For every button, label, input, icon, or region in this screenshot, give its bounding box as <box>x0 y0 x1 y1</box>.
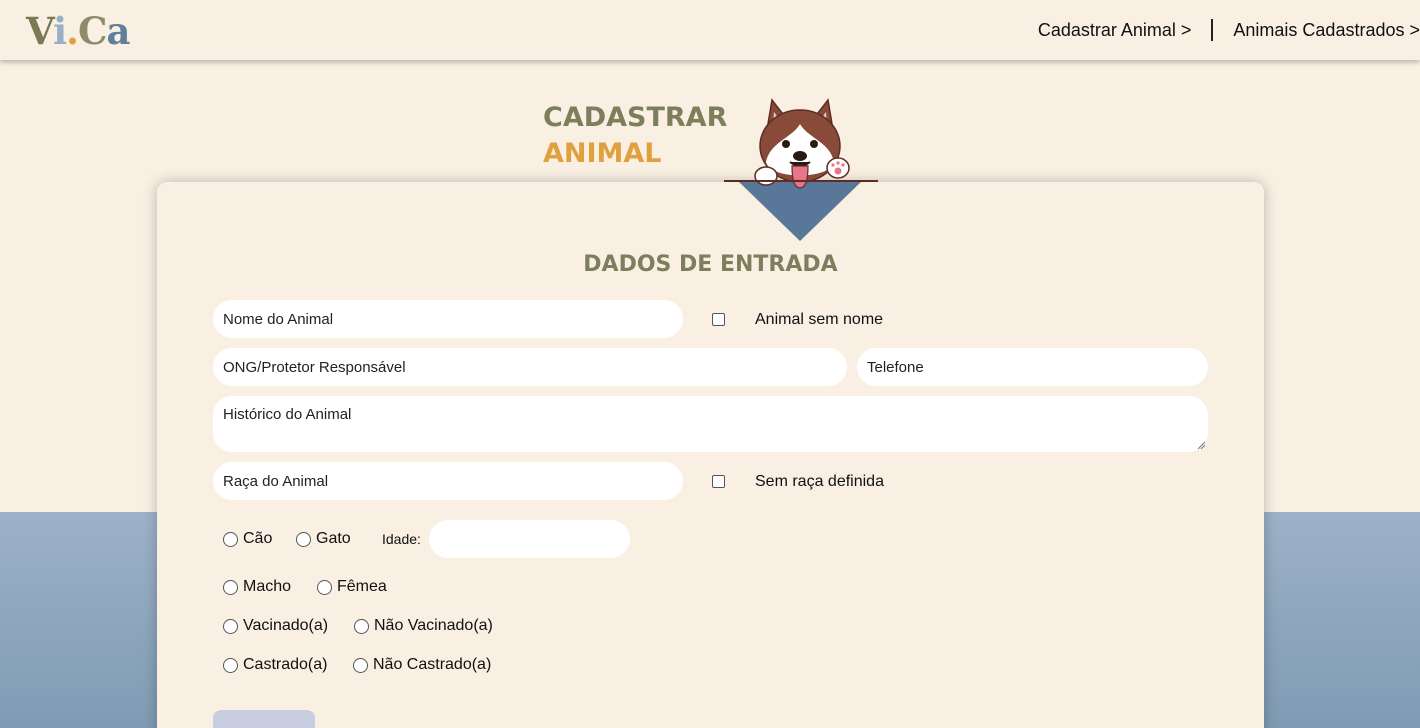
radio-castrado[interactable] <box>223 658 238 673</box>
radio-femea[interactable] <box>317 580 332 595</box>
form-card: DADOS DE ENTRADA Nome do Animal Animal s… <box>157 182 1264 728</box>
husky-dog-icon <box>724 98 878 241</box>
main-nav: Cadastrar Animal > Animais Cadastrados > <box>1038 0 1420 60</box>
radio-nao-vacinado[interactable] <box>354 619 369 634</box>
idade-input[interactable] <box>429 520 630 558</box>
nav-separator <box>1211 19 1214 41</box>
resize-handle-icon[interactable] <box>1197 441 1205 449</box>
radio-castrado-label: Castrado(a) <box>243 656 328 673</box>
sem-raca-label: Sem raça definida <box>755 473 884 490</box>
radio-gato[interactable] <box>296 532 311 547</box>
telefone-input[interactable]: Telefone <box>857 348 1208 386</box>
radio-cao-label: Cão <box>243 530 273 547</box>
radio-macho[interactable] <box>223 580 238 595</box>
nav-animais-cadastrados[interactable]: Animais Cadastrados > <box>1233 20 1420 41</box>
historico-placeholder: Histórico do Animal <box>223 406 352 423</box>
section-title: DADOS DE ENTRADA <box>583 252 838 277</box>
radio-vacinado[interactable] <box>223 619 238 634</box>
radio-nao-castrado[interactable] <box>353 658 368 673</box>
page-title: CADASTRAR ANIMAL <box>543 102 728 169</box>
sem-nome-label: Animal sem nome <box>755 311 884 328</box>
sem-raca-checkbox[interactable] <box>712 475 725 488</box>
radio-vacinado-label: Vacinado(a) <box>243 617 329 634</box>
raca-animal-input[interactable]: Raça do Animal <box>213 462 683 500</box>
radio-macho-label: Macho <box>243 578 292 595</box>
nome-animal-input[interactable]: Nome do Animal <box>213 300 683 338</box>
idade-label: Idade: <box>382 531 421 547</box>
historico-textarea[interactable]: Histórico do Animal <box>213 396 1208 452</box>
ong-protetor-input[interactable]: ONG/Protetor Responsável <box>213 348 847 386</box>
radio-nao-vacinado-label: Não Vacinado(a) <box>374 617 493 634</box>
top-bar: Vi.Ca Cadastrar Animal > Animais Cadastr… <box>0 0 1420 60</box>
radio-nao-castrado-label: Não Castrado(a) <box>373 656 492 673</box>
logo[interactable]: Vi.Ca <box>26 8 130 54</box>
radio-gato-label: Gato <box>316 530 351 547</box>
nav-cadastrar-animal[interactable]: Cadastrar Animal > <box>1038 20 1192 41</box>
sem-nome-checkbox[interactable] <box>712 313 725 326</box>
radio-cao[interactable] <box>223 532 238 547</box>
radio-femea-label: Fêmea <box>337 578 387 595</box>
submit-button[interactable] <box>213 710 315 728</box>
